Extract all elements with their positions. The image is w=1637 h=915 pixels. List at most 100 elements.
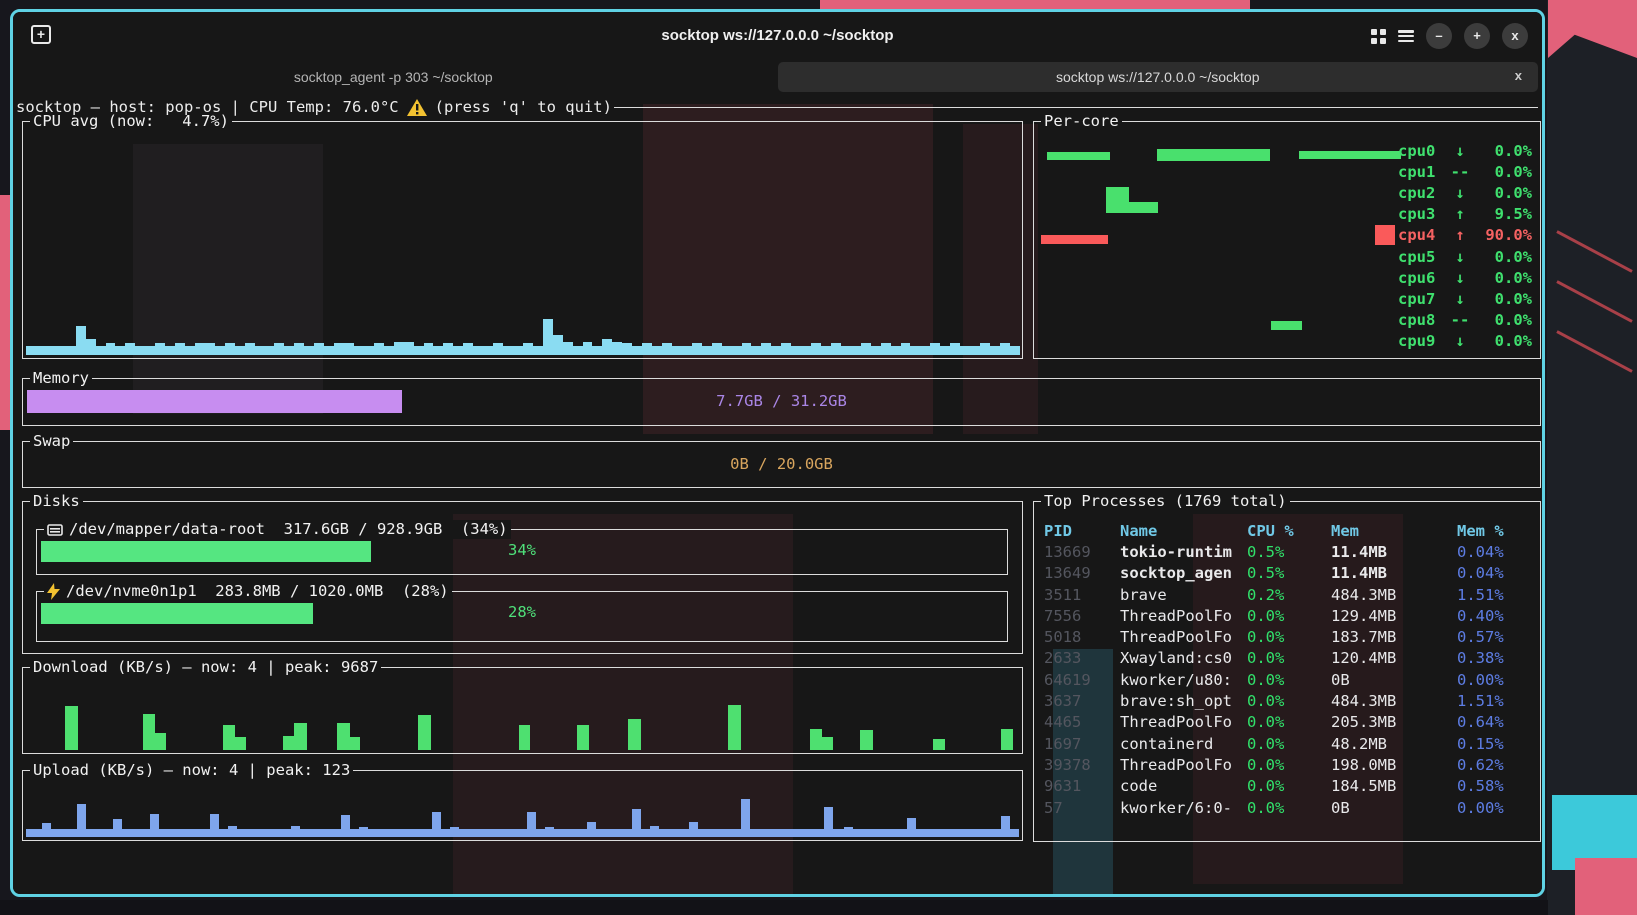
net-bar [143,714,155,750]
core-value: 90.0% [1474,226,1532,244]
process-row: 3637brave:sh_opt0.0%484.3MB1.51% [1044,690,1536,711]
process-pid: 5018 [1044,628,1120,646]
process-row: 4465ThreadPoolFo0.0%205.3MB0.64% [1044,712,1536,733]
window-title: socktop ws://127.0.0.0 ~/socktop [13,27,1542,44]
process-memp: 0.04% [1457,543,1536,561]
net-bar [545,827,554,837]
process-name: ThreadPoolFo [1120,756,1247,774]
net-bar [223,725,235,751]
net-bar [933,739,945,750]
process-mem: 0B [1331,671,1457,689]
net-bar [860,730,873,750]
net-bar [824,807,833,837]
process-pid: 1697 [1044,735,1120,753]
process-memp: 0.62% [1457,756,1536,774]
core-value: 0.0% [1474,184,1532,202]
process-name: kworker/6:0- [1120,799,1247,817]
core-name: cpu8 [1398,311,1446,329]
maximize-button[interactable]: + [1464,23,1490,49]
process-table-body: 13669tokio-runtim0.5%11.4MB0.04%13649soc… [1044,541,1536,818]
core-activity-segment [1106,202,1158,213]
net-bar [65,706,78,750]
disks-panel: Disks /dev/mapper/data-root 317.6GB / 92… [22,501,1023,654]
core-row-cpu8: cpu8--0.0% [1375,310,1532,331]
net-bar [228,826,237,837]
process-pid: 9631 [1044,777,1120,795]
core-trend-icon: ↑ [1446,205,1474,223]
upload-panel: Upload (KB/s) — now: 4 | peak: 123 [22,770,1023,841]
core-value: 0.0% [1474,290,1532,308]
core-trend-icon: ↓ [1446,269,1474,287]
core-value: 0.0% [1474,269,1532,287]
download-panel: Download (KB/s) — now: 4 | peak: 9687 [22,667,1023,754]
col-cpu: CPU % [1247,522,1331,540]
core-trend-icon: ↓ [1446,184,1474,202]
minimize-button[interactable]: – [1426,23,1452,49]
process-pid: 2633 [1044,649,1120,667]
process-memp: 0.15% [1457,735,1536,753]
net-bar [150,814,159,837]
process-mem: 11.4MB [1331,564,1457,582]
process-mem: 198.0MB [1331,756,1457,774]
net-bar [155,733,166,750]
process-cpu: 0.0% [1247,756,1331,774]
process-pid: 64619 [1044,671,1120,689]
process-name: Xwayland:cs0 [1120,649,1247,667]
core-value: 0.0% [1474,248,1532,266]
process-cpu: 0.0% [1247,713,1331,731]
download-chart [23,668,1022,753]
upload-chart [23,771,1022,840]
process-pid: 57 [1044,799,1120,817]
core-row-cpu4: cpu4↑90.0% [1375,225,1532,246]
net-bar [283,736,294,750]
swap-panel: Swap 0B / 20.0GB [22,441,1541,488]
core-name: cpu1 [1398,163,1446,181]
net-bar [337,723,350,750]
net-bar [527,812,536,837]
tab-overview-icon[interactable] [1371,29,1386,44]
swap-title: Swap [30,432,73,451]
cpu-avg-panel: CPU avg (now: 4.7%) [22,121,1023,359]
process-memp: 0.38% [1457,649,1536,667]
net-bar [587,822,596,837]
net-bar [450,827,459,837]
tab-socktop-agent[interactable]: socktop_agent -p 303 ~/socktop [13,60,774,94]
disk-panel-data-root: /dev/mapper/data-root 317.6GB / 928.9GB … [36,529,1008,575]
per-core-list: cpu0↓0.0%cpu1--0.0%cpu2↓0.0%cpu3↑9.5%cpu… [1375,140,1532,352]
process-memp: 0.57% [1457,628,1536,646]
net-bar [1001,729,1013,750]
menu-icon[interactable] [1398,30,1414,42]
memory-usage-label: 7.7GB / 31.2GB [23,392,1540,410]
process-mem: 484.3MB [1331,692,1457,710]
close-button[interactable]: x [1502,23,1528,49]
process-mem: 48.2MB [1331,735,1457,753]
header-rule [614,107,1538,108]
memory-title: Memory [30,369,92,388]
process-cpu: 0.2% [1247,586,1331,604]
process-cpu: 0.0% [1247,607,1331,625]
disk-label: /dev/nvme0n1p1 283.8MB / 1020.0MB (28%) [66,582,449,601]
process-mem: 11.4MB [1331,543,1457,561]
process-cpu: 0.0% [1247,735,1331,753]
process-table: PID Name CPU % Mem Mem % 13669tokio-runt… [1044,520,1536,818]
net-bar [924,829,933,837]
tab-close-icon[interactable]: x [1515,68,1522,83]
hdd-icon [47,523,63,537]
process-table-header: PID Name CPU % Mem Mem % [1044,520,1536,541]
wallpaper-bottom-strip [0,900,1548,915]
tab-socktop[interactable]: socktop ws://127.0.0.0 ~/socktop x [778,62,1539,92]
warning-icon [407,99,427,116]
cpu-avg-chart [26,133,1019,355]
net-bar [42,823,51,837]
process-row: 9631code0.0%184.5MB0.58% [1044,776,1536,797]
net-bar [728,705,741,750]
process-row: 13649socktop_agen0.5%11.4MB0.04% [1044,563,1536,584]
tab-label: socktop_agent -p 303 ~/socktop [294,69,493,85]
process-name: code [1120,777,1247,795]
process-cpu: 0.5% [1247,543,1331,561]
net-bar [341,815,350,837]
net-bar [844,827,853,837]
net-bar [77,804,86,837]
net-bar [432,812,441,837]
net-bar [1001,816,1010,837]
